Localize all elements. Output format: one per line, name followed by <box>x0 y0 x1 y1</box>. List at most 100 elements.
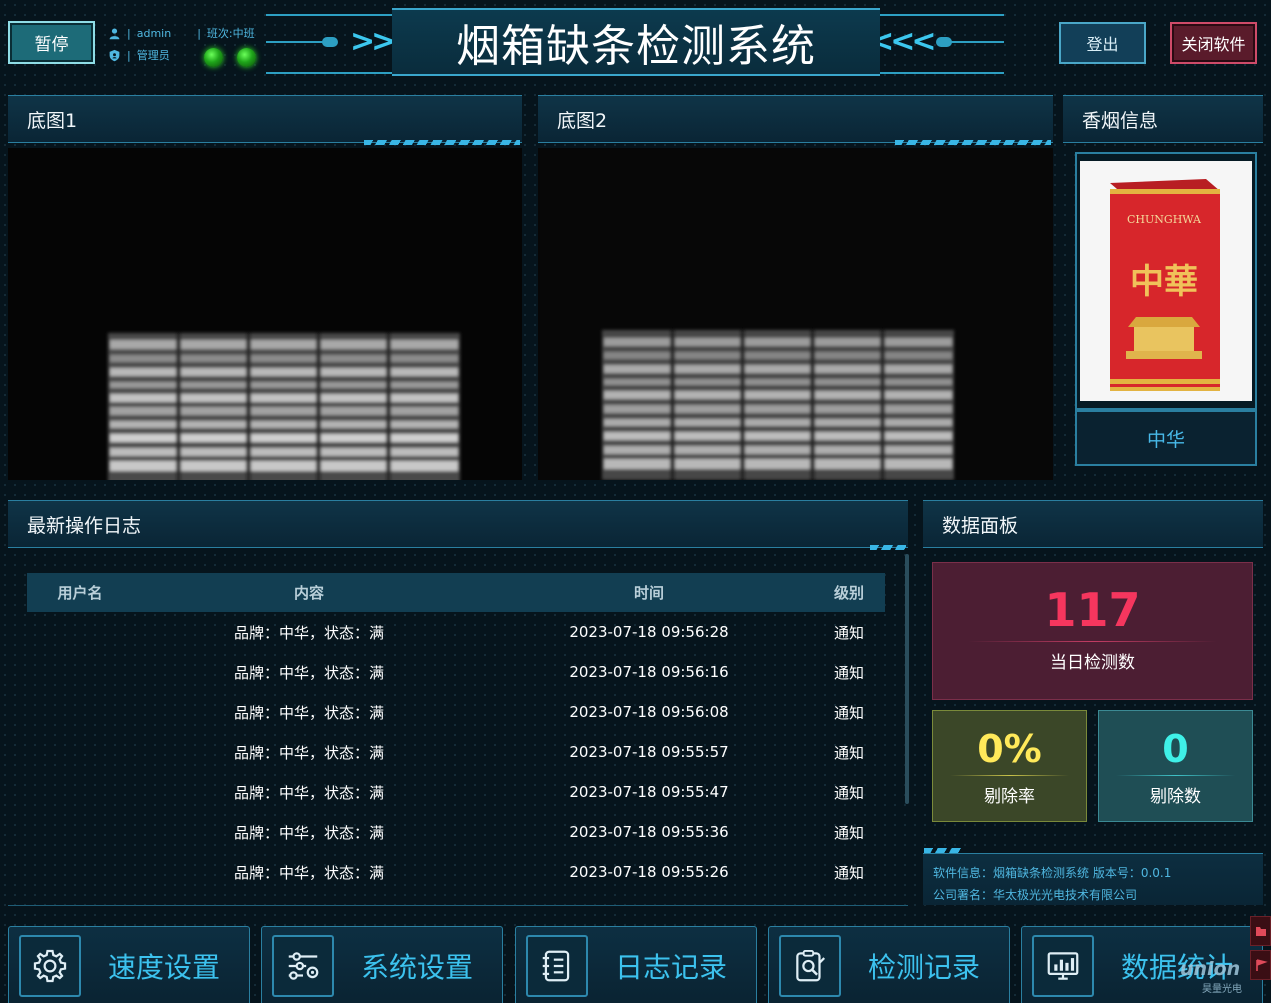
log-table-wrap: 用户名 内容 时间 级别 品牌：中华，状态：满 2023-07-18 09:56… <box>27 573 885 892</box>
shield-icon <box>109 49 120 61</box>
cam2-stripes <box>895 140 1051 145</box>
cam2-image <box>538 148 1053 480</box>
system-settings-button[interactable]: 系统设置 <box>261 926 503 1003</box>
cell-level: 通知 <box>833 623 864 642</box>
cell-user <box>27 852 133 892</box>
log-panel: 用户名 内容 时间 级别 品牌：中华，状态：满 2023-07-18 09:56… <box>8 548 909 906</box>
monitor-chart-icon <box>1047 952 1079 980</box>
data-header: 数据面板 <box>923 500 1263 548</box>
software-info: 软件信息：烟箱缺条检测系统 版本号：0.0.1 公司署名：华太极光光电技术有限公… <box>923 853 1263 905</box>
cell-time: 2023-07-18 09:55:26 <box>569 863 729 881</box>
side-tool-1[interactable] <box>1250 916 1271 946</box>
reject-count-label: 剔除数 <box>1150 787 1201 807</box>
detection-records-button[interactable]: 检测记录 <box>768 926 1010 1003</box>
col-user: 用户名 <box>27 573 133 612</box>
flag-icon <box>1256 959 1268 971</box>
cell-content: 品牌：中华，状态：满 <box>233 743 384 762</box>
header-connector-left <box>266 41 326 43</box>
cell-user <box>27 652 133 692</box>
cell-time: 2023-07-18 09:56:28 <box>569 623 729 641</box>
user-info: | admin | 班次:中班 | 管理员 <box>108 25 255 63</box>
clipboard-search-icon <box>796 950 826 982</box>
cig-title: 香烟信息 <box>1082 109 1159 132</box>
speed-settings-button[interactable]: 速度设置 <box>8 926 250 1003</box>
pack-brand-en: CHUNGHWA <box>1127 213 1202 226</box>
table-row[interactable]: 品牌：中华，状态：满 2023-07-18 09:55:36 通知 <box>27 812 885 852</box>
status-lamp-2 <box>237 48 256 67</box>
cell-user <box>27 732 133 772</box>
cell-content: 品牌：中华，状态：满 <box>233 703 384 722</box>
cell-level: 通知 <box>833 863 864 882</box>
folder-icon <box>1256 927 1266 936</box>
table-row[interactable]: 品牌：中华，状态：满 2023-07-18 09:55:47 通知 <box>27 772 885 812</box>
pause-button[interactable]: 暂停 <box>8 21 95 64</box>
cell-content: 品牌：中华，状态：满 <box>233 783 384 802</box>
cig-image-frame: CHUNGHWA 中華 <box>1075 152 1257 410</box>
log-records-button[interactable]: 日志记录 <box>515 926 757 1003</box>
system-settings-label: 系统设置 <box>361 951 474 984</box>
cam1-header: 底图1 <box>8 95 522 143</box>
software-info-line2: 公司署名：华太极光光电技术有限公司 <box>933 888 1138 902</box>
notebook-icon <box>542 950 570 982</box>
reject-count-divider <box>1115 775 1236 776</box>
reject-rate-divider <box>949 775 1070 776</box>
cell-user <box>27 772 133 812</box>
header-line-right-bottom <box>880 72 1004 74</box>
daily-count-value: 117 <box>1044 583 1141 637</box>
side-tool-2[interactable] <box>1250 950 1271 980</box>
cam1-stripes <box>364 140 520 145</box>
software-info-line1: 软件信息：烟箱缺条检测系统 版本号：0.0.1 <box>933 866 1172 880</box>
cell-time: 2023-07-18 09:55:47 <box>569 783 729 801</box>
cell-time: 2023-07-18 09:56:16 <box>569 663 729 681</box>
cell-time: 2023-07-18 09:55:36 <box>569 823 729 841</box>
user-icon <box>109 27 120 39</box>
col-time: 时间 <box>485 573 813 612</box>
cell-content: 品牌：中华，状态：满 <box>233 863 384 882</box>
header-line-left-top <box>266 14 392 16</box>
cell-content: 品牌：中华，状态：满 <box>233 823 384 842</box>
col-content: 内容 <box>133 573 485 612</box>
cam1-image <box>8 148 522 480</box>
log-table-header: 用户名 内容 时间 级别 <box>27 573 885 612</box>
reject-count-card: 0 剔除数 <box>1098 710 1253 822</box>
logout-button[interactable]: 登出 <box>1059 22 1146 64</box>
user-role: 管理员 <box>136 49 170 62</box>
reject-rate-value: 0% <box>977 727 1042 771</box>
cell-level: 通知 <box>833 823 864 842</box>
cell-content: 品牌：中华，状态：满 <box>233 663 384 682</box>
cell-level: 通知 <box>833 663 864 682</box>
cell-time: 2023-07-18 09:55:57 <box>569 743 729 761</box>
log-records-label: 日志记录 <box>615 951 728 984</box>
user-name: admin <box>136 26 172 40</box>
cell-user <box>27 812 133 852</box>
cam2-carton-scan <box>538 148 1053 480</box>
table-row[interactable]: 品牌：中华，状态：满 2023-07-18 09:56:16 通知 <box>27 652 885 692</box>
cig-name: 中华 <box>1146 428 1185 451</box>
page-title: 烟箱缺条检测系统 <box>456 21 816 72</box>
cig-name-box: 中华 <box>1075 410 1257 466</box>
table-row[interactable]: 品牌：中华，状态：满 2023-07-18 09:55:57 通知 <box>27 732 885 772</box>
detection-records-label: 检测记录 <box>868 951 981 984</box>
cell-user <box>27 612 133 652</box>
speed-settings-label: 速度设置 <box>108 951 221 984</box>
data-title: 数据面板 <box>942 514 1019 537</box>
reject-rate-card: 0% 剔除率 <box>932 710 1087 822</box>
header-node-left <box>322 37 338 47</box>
daily-count-label: 当日检测数 <box>1050 653 1135 673</box>
table-row[interactable]: 品牌：中华，状态：满 2023-07-18 09:55:26 通知 <box>27 852 885 892</box>
daily-count-card: 117 当日检测数 <box>932 562 1253 700</box>
watermark-sub: 昊量光电 <box>1202 984 1242 995</box>
cell-level: 通知 <box>833 743 864 762</box>
cig-header: 香烟信息 <box>1063 95 1263 143</box>
table-row[interactable]: 品牌：中华，状态：满 2023-07-18 09:56:08 通知 <box>27 692 885 732</box>
cell-level: 通知 <box>833 783 864 802</box>
header-connector-right <box>950 41 1004 43</box>
close-software-button[interactable]: 关闭软件 <box>1170 22 1257 64</box>
cam2-header: 底图2 <box>538 95 1053 143</box>
log-scrollbar[interactable] <box>905 554 909 804</box>
daily-count-divider <box>968 641 1217 642</box>
status-lamp-1 <box>204 48 223 67</box>
table-row[interactable]: 品牌：中华，状态：满 2023-07-18 09:56:28 通知 <box>27 612 885 652</box>
log-title: 最新操作日志 <box>27 514 142 537</box>
cam2-title: 底图2 <box>557 109 608 132</box>
